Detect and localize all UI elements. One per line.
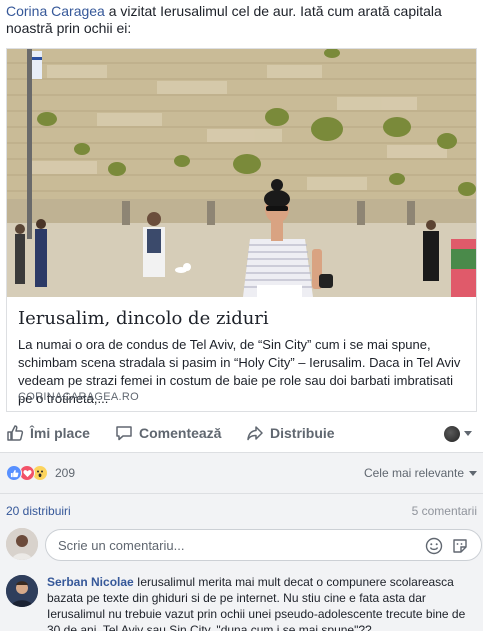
comment-input-placeholder: Scrie un comentariu...	[58, 538, 185, 553]
comments-count-link[interactable]: 5 comentarii	[412, 504, 477, 518]
comment-author-link[interactable]: Serban Nicolae	[47, 575, 134, 589]
divider	[0, 493, 483, 494]
like-button[interactable]: Îmi place	[6, 418, 90, 448]
post-actions-bar: Îmi place Comentează Distribuie	[0, 418, 483, 448]
share-label: Distribuie	[270, 425, 335, 441]
current-user-avatar	[6, 528, 38, 560]
emoji-icon[interactable]	[425, 537, 443, 555]
card-domain: CORINACARAGEA.RO	[18, 391, 139, 403]
like-reaction-icon	[6, 465, 22, 481]
chevron-down-icon	[469, 470, 477, 476]
reaction-count[interactable]: 209	[55, 466, 75, 480]
comment-sort-label: Cele mai relevante	[363, 466, 464, 480]
share-button[interactable]: Distribuie	[246, 418, 335, 448]
comments-panel: 209 Cele mai relevante 20 distribuiri 5 …	[0, 452, 483, 631]
link-preview-card[interactable]: Ierusalim, dincolo de ziduri La numai o …	[6, 48, 477, 412]
commenter-avatar[interactable]	[6, 575, 38, 607]
comment-label: Comentează	[139, 425, 222, 441]
card-photo[interactable]	[7, 49, 476, 297]
comment-input[interactable]: Scrie un comentariu...	[45, 529, 482, 561]
reactions-summary[interactable]: 209	[6, 465, 75, 481]
page-selector-avatar[interactable]	[444, 426, 460, 442]
chevron-down-icon[interactable]	[464, 431, 472, 436]
share-arrow-icon	[247, 426, 263, 441]
shares-count-link[interactable]: 20 distribuiri	[6, 504, 71, 518]
post-author-link[interactable]: Corina Caragea	[6, 3, 105, 19]
comment-bubble-icon	[116, 426, 132, 441]
card-title[interactable]: Ierusalim, dincolo de ziduri	[18, 308, 269, 329]
comment-sort-dropdown[interactable]: Cele mai relevante	[364, 466, 477, 480]
sticker-icon[interactable]	[451, 537, 469, 555]
post-text: Corina Caragea a vizitat Ierusalimul cel…	[6, 3, 476, 37]
comment-body: Serban Nicolae Ierusalimul merita mai mu…	[47, 574, 477, 631]
thumbs-up-icon	[7, 425, 24, 441]
like-label: Îmi place	[30, 425, 90, 441]
comment-button[interactable]: Comentează	[115, 418, 221, 448]
